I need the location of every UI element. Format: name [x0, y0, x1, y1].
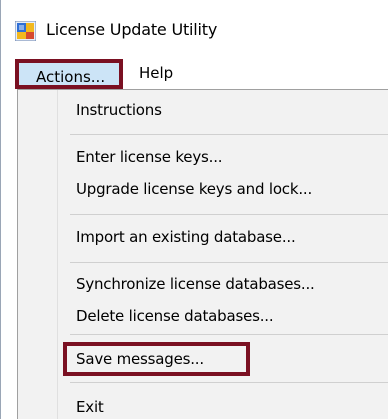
- menu-actions[interactable]: Actions...: [15, 59, 123, 89]
- license-update-utility-window: License Update Utility Actions... Help I…: [0, 0, 388, 419]
- menu-separator: [70, 214, 388, 215]
- actions-dropdown-menu: Instructions Enter license keys... Upgra…: [17, 89, 388, 419]
- menu-item-synchronize-license-databases[interactable]: Synchronize license databases...: [76, 274, 315, 294]
- title-bar: License Update Utility: [1, 0, 388, 58]
- menu-item-import-existing-database[interactable]: Import an existing database...: [76, 227, 296, 247]
- menu-item-exit[interactable]: Exit: [76, 397, 104, 417]
- menu-separator: [70, 334, 388, 335]
- menu-icon-gutter: [18, 90, 57, 419]
- menu-actions-label: Actions...: [36, 68, 106, 86]
- menu-item-delete-license-databases[interactable]: Delete license databases...: [76, 306, 274, 326]
- menu-help[interactable]: Help: [139, 63, 173, 85]
- menu-item-upgrade-license-keys-and-lock[interactable]: Upgrade license keys and lock...: [76, 179, 312, 199]
- menu-gutter-divider: [57, 90, 58, 419]
- menu-separator: [70, 134, 388, 135]
- menu-item-enter-license-keys[interactable]: Enter license keys...: [76, 147, 223, 167]
- window-title: License Update Utility: [46, 20, 218, 39]
- menu-item-instructions[interactable]: Instructions: [76, 100, 162, 120]
- menu-separator: [70, 262, 388, 263]
- license-utility-app-icon: [15, 21, 36, 41]
- save-messages-highlight: [63, 342, 250, 376]
- menu-separator: [70, 382, 388, 383]
